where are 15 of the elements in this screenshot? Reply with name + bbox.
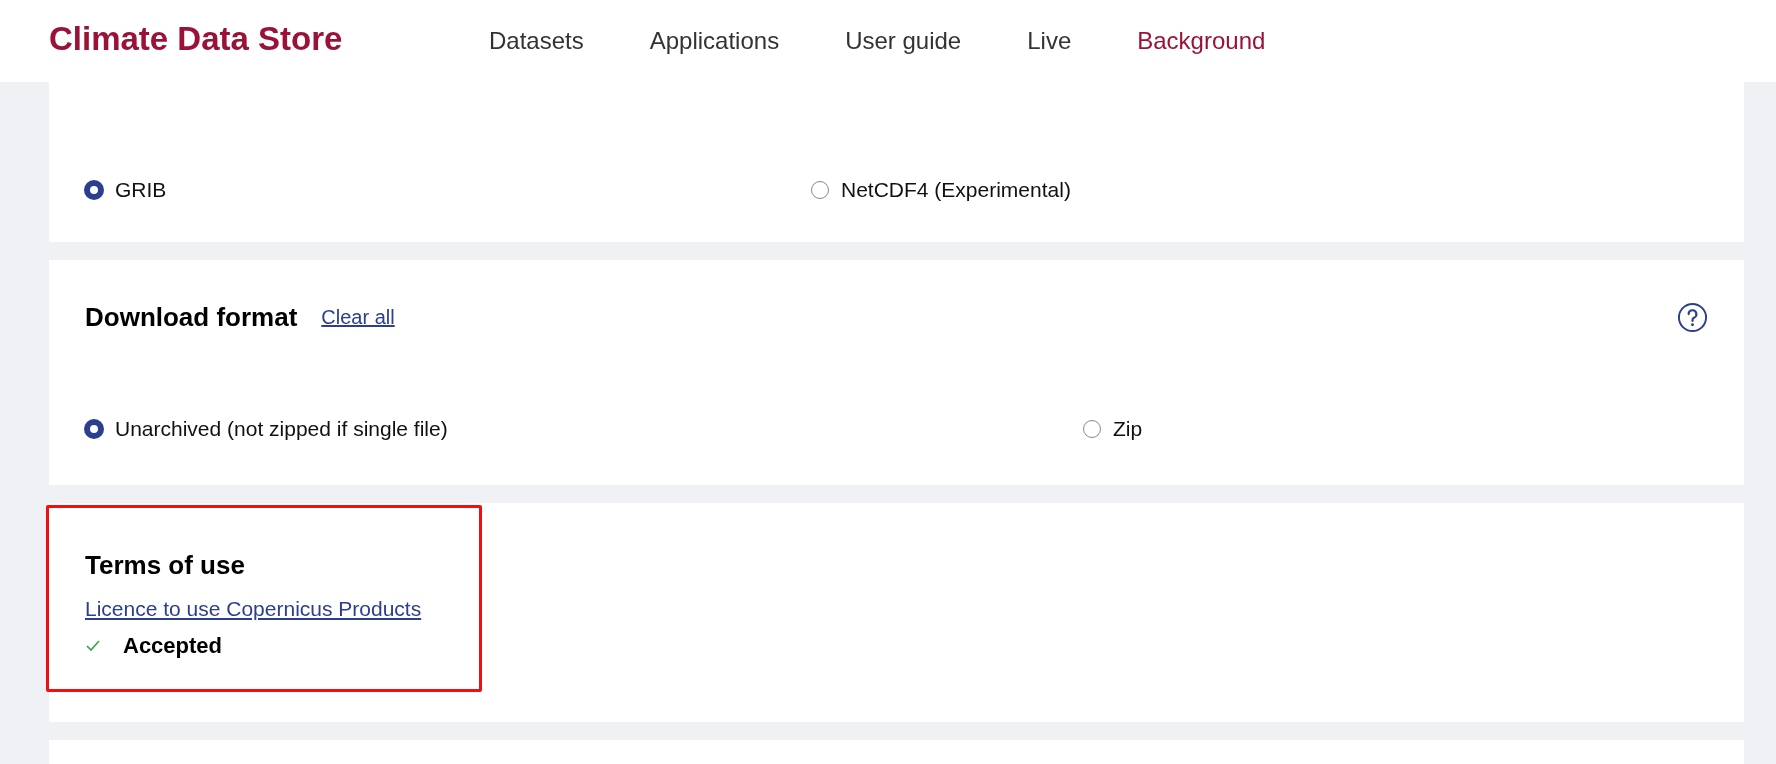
status-text: Accepted bbox=[123, 633, 223, 659]
clear-all-link[interactable]: Clear all bbox=[321, 306, 395, 329]
nav-link[interactable]: Background bbox=[1137, 27, 1266, 55]
site-logo[interactable]: Climate Data Store bbox=[49, 20, 489, 58]
nav-link[interactable]: User guide bbox=[845, 27, 962, 55]
nav-link[interactable]: Live bbox=[1027, 27, 1072, 55]
radio-option[interactable]: Unarchived (not zipped if single file) bbox=[85, 417, 1083, 441]
nav-link[interactable]: Datasets bbox=[489, 27, 584, 55]
nav-link[interactable]: Applications bbox=[649, 27, 780, 55]
section-title: Download format bbox=[85, 302, 298, 333]
radio-option[interactable]: Zip bbox=[1083, 417, 1708, 441]
section-title: Terms of use bbox=[85, 550, 246, 581]
radio-option[interactable]: NetCDF4 (Experimental) bbox=[811, 178, 1708, 202]
radio-option[interactable]: GRIB bbox=[85, 178, 811, 202]
licence-link[interactable]: Licence to use Copernicus Products bbox=[85, 597, 443, 621]
